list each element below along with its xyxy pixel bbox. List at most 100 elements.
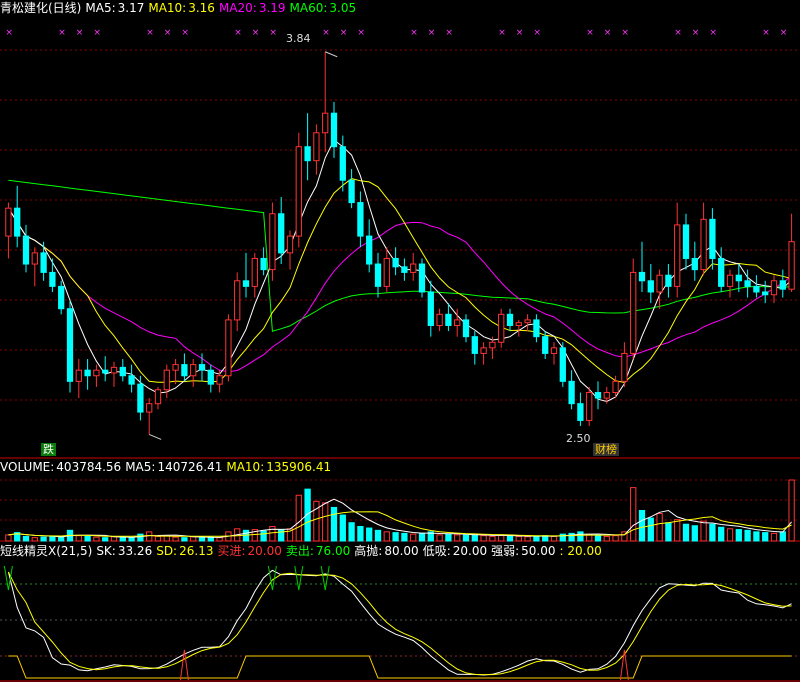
event-marker: × — [498, 28, 506, 38]
event-marker: × — [709, 28, 717, 38]
volume-bar — [665, 522, 672, 542]
candle-body — [49, 271, 56, 287]
volume-bar — [5, 534, 12, 542]
candle-body — [128, 375, 135, 385]
sk-line — [7, 569, 792, 676]
candle-body — [418, 263, 426, 293]
candle-body — [480, 347, 487, 354]
candle-body — [559, 347, 566, 382]
event-marker: × — [76, 28, 84, 38]
candle-body — [436, 313, 443, 326]
volume-bar — [489, 535, 496, 542]
event-marker: × — [516, 28, 524, 38]
candle-body — [163, 369, 170, 391]
volume-bar — [93, 536, 100, 542]
volume-bar — [515, 535, 522, 542]
candle-body — [5, 207, 12, 237]
candle-body — [735, 274, 742, 282]
candle-body — [656, 274, 663, 293]
kline-chart-canvas[interactable]: × × × × × × × × × × × × × × × × × × × × × × × × × × × — [0, 0, 800, 682]
candle-body — [75, 369, 82, 382]
candle-body — [278, 213, 285, 254]
event-marker: × — [5, 28, 13, 38]
volume-bar — [269, 526, 276, 542]
candle-body — [726, 274, 734, 287]
candle-body — [181, 364, 188, 377]
volume-bar — [339, 514, 346, 542]
candle-body — [84, 369, 91, 377]
volume-bar — [436, 534, 443, 542]
low-marker-line — [149, 433, 162, 440]
volume-bar — [577, 531, 584, 542]
volume-bar — [454, 534, 461, 542]
candle-body — [586, 392, 593, 421]
candle-body — [366, 235, 373, 265]
candle-body — [339, 146, 346, 181]
candle-body — [621, 352, 628, 382]
event-marker: × — [428, 28, 436, 38]
candle-body — [322, 112, 329, 134]
candle-body — [691, 257, 698, 271]
candle-body — [542, 336, 549, 354]
candle-body — [14, 207, 21, 237]
candle-body — [22, 235, 30, 265]
candle-body — [401, 266, 408, 273]
volume-bar — [498, 534, 505, 542]
volume-bar — [383, 531, 390, 542]
volume-bar — [31, 537, 38, 542]
volume-bar — [49, 536, 56, 542]
strength-step-line — [8, 655, 792, 679]
candle-body — [762, 291, 769, 296]
candle-body — [234, 280, 241, 321]
candle-body — [31, 252, 38, 265]
candle-body — [172, 364, 179, 371]
candle-body — [568, 380, 575, 405]
volume-bar — [612, 535, 619, 542]
candle-body — [40, 252, 47, 273]
volume-bar — [647, 517, 654, 542]
volume-bar — [401, 532, 408, 542]
candle-body — [119, 366, 126, 377]
sd-line — [7, 571, 792, 676]
candle-body — [471, 336, 478, 354]
finance-tag[interactable]: 财榜 — [593, 443, 619, 456]
candle-body — [295, 146, 302, 237]
volume-bar — [638, 510, 646, 542]
high-price-label: 3.84 — [286, 32, 311, 45]
candle-body — [374, 263, 382, 287]
volume-bar — [779, 531, 786, 542]
candle-body — [647, 280, 654, 293]
volume-bar — [656, 513, 663, 542]
event-marker: × — [357, 28, 365, 38]
candle-body — [357, 202, 364, 237]
volume-bar — [348, 522, 355, 542]
candle-body — [515, 322, 522, 326]
candle-body — [524, 319, 531, 324]
candle-body — [788, 241, 795, 290]
volume-bar — [788, 479, 795, 542]
volume-bar — [410, 533, 417, 542]
volume-bar — [102, 537, 109, 542]
candle-body — [665, 274, 672, 287]
volume-bar — [75, 535, 82, 542]
event-marker: × — [252, 28, 260, 38]
candle-body — [744, 280, 751, 287]
volume-bar — [357, 526, 364, 542]
candle-body — [93, 369, 100, 377]
volume-bar — [146, 531, 153, 542]
volume-bar — [295, 494, 302, 542]
event-marker: × — [674, 28, 682, 38]
volume-bar — [22, 535, 30, 542]
candle-body — [260, 257, 267, 271]
candle-body — [718, 257, 725, 287]
event-marker: × — [586, 28, 594, 38]
volume-bar — [603, 535, 610, 542]
fall-tag[interactable]: 跌 — [41, 443, 56, 456]
candle-body — [674, 224, 681, 287]
volume-bar — [506, 535, 514, 542]
volume-bar — [462, 534, 470, 542]
volume-bar — [374, 529, 382, 542]
candle-body — [190, 364, 197, 377]
candle-body — [102, 369, 109, 374]
candle-body — [154, 389, 162, 405]
